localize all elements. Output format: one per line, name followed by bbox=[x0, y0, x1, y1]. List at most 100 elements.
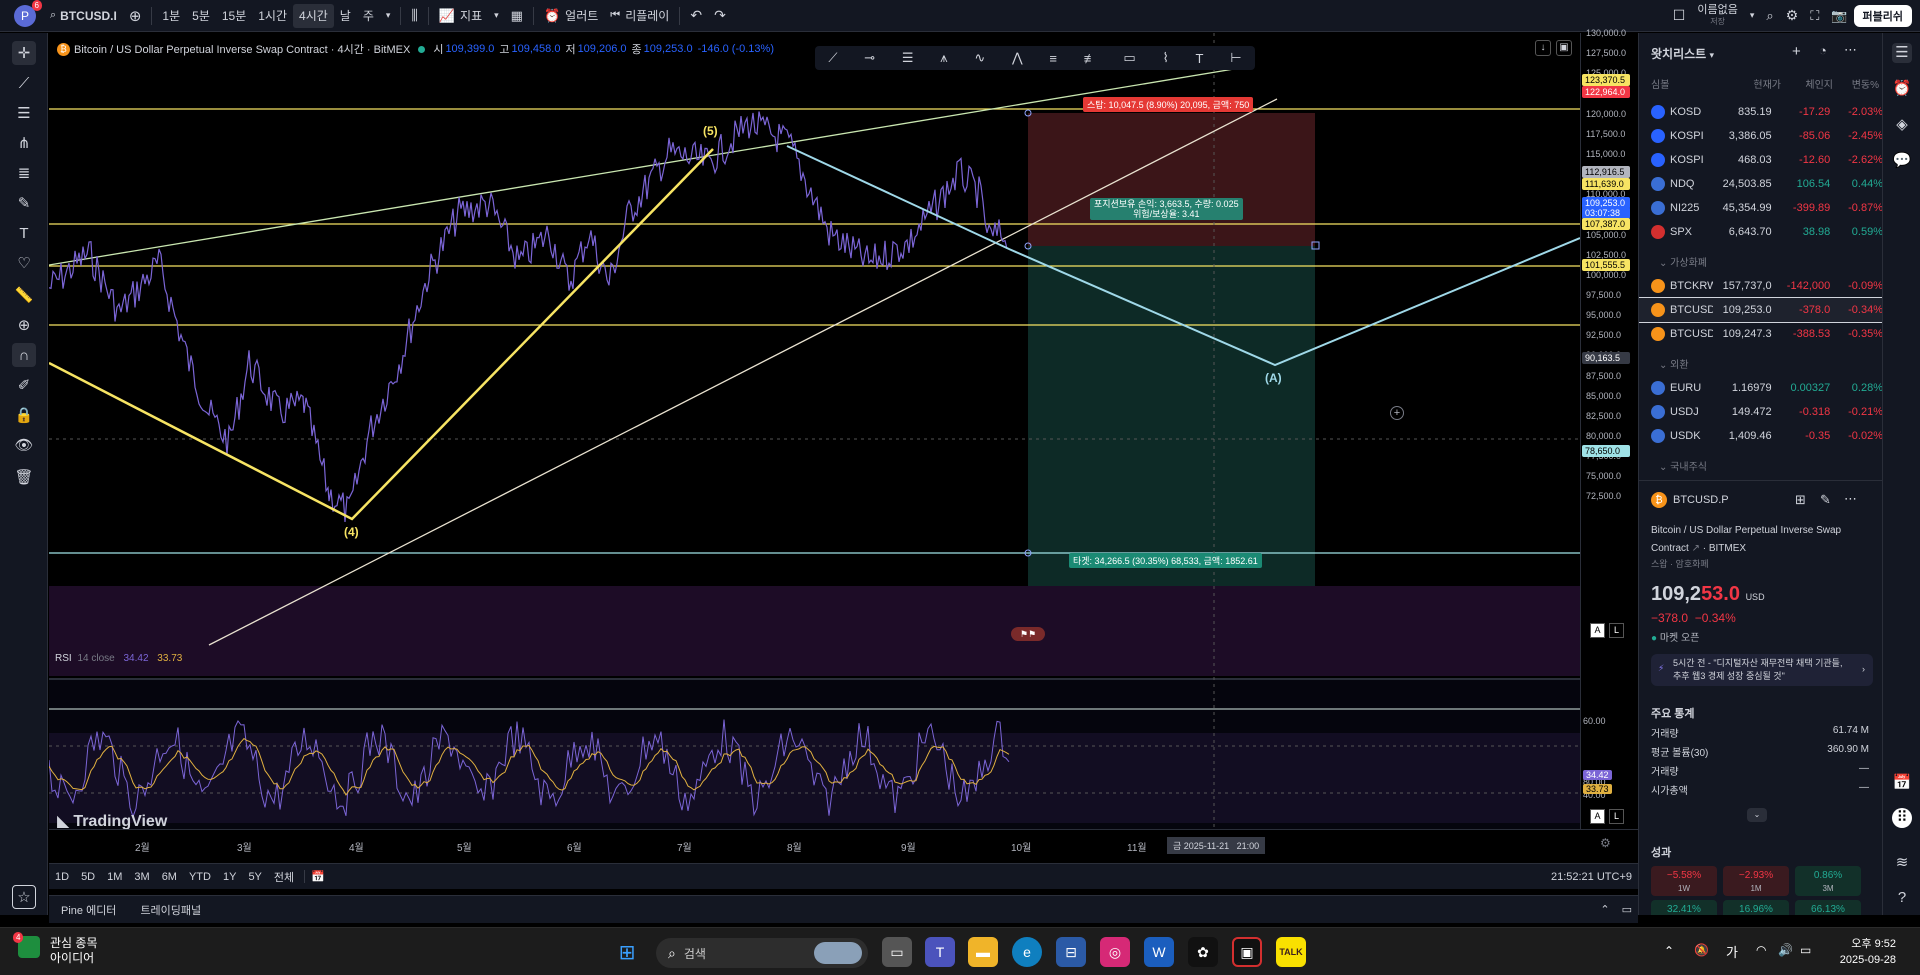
teams-icon[interactable]: T bbox=[925, 937, 955, 967]
taskbar-search[interactable]: ⌕ 검색 bbox=[656, 938, 868, 968]
range-1m[interactable]: 1M bbox=[101, 871, 128, 883]
settings-button[interactable]: ⚙ bbox=[1780, 0, 1805, 32]
edge-icon[interactable]: e bbox=[1012, 937, 1042, 967]
watchlist-row[interactable]: SPX 6,643.70 38.98 0.59% bbox=[1639, 220, 1882, 244]
perf-cell[interactable]: 66.13% bbox=[1795, 900, 1861, 915]
perf-cell[interactable]: 16.96% bbox=[1723, 900, 1789, 915]
grid-view-icon[interactable]: ⊞ bbox=[1795, 492, 1806, 508]
perf-cell[interactable]: −2.93% 1M bbox=[1723, 866, 1789, 896]
zoom-in-icon[interactable]: ⊕ bbox=[12, 313, 36, 337]
perf-cell[interactable]: 32.41% bbox=[1651, 900, 1717, 915]
windows-start-icon[interactable]: ⊞ bbox=[612, 937, 642, 967]
go-to-date-icon[interactable]: 📅 bbox=[304, 870, 331, 883]
group-domestic[interactable]: ⌄ 국내주식 bbox=[1659, 458, 1707, 473]
instagram-icon[interactable]: ◎ bbox=[1100, 937, 1130, 967]
favorites-star-icon[interactable]: ☆ bbox=[12, 885, 36, 909]
elliott-icon[interactable]: ⋀ bbox=[1012, 50, 1023, 66]
line-tool-icon[interactable]: ⟋ bbox=[828, 50, 837, 66]
trash-icon[interactable]: 🗑 bbox=[12, 465, 36, 489]
column-change-pct[interactable]: 변동% bbox=[1833, 76, 1879, 91]
text-icon[interactable]: T bbox=[12, 221, 36, 245]
column-change[interactable]: 체인지 bbox=[1781, 76, 1833, 91]
redo-button[interactable]: ↷ bbox=[708, 0, 732, 32]
watchlist-row[interactable]: NDQ 24,503.85 106.54 0.44% bbox=[1639, 172, 1882, 196]
crosshair-icon[interactable]: ✛ bbox=[12, 41, 36, 65]
events-flag-icon[interactable]: ⚑⚑ bbox=[1011, 627, 1045, 641]
edit-icon[interactable]: ✎ bbox=[1820, 492, 1831, 508]
watchlist-row[interactable]: KOSPI 468.03 -12.60 -2.62% bbox=[1639, 148, 1882, 172]
symbol-search[interactable]: ⌕ BTCUSD.I bbox=[44, 0, 123, 32]
collapse-panel-icon[interactable]: ⌃ bbox=[1594, 903, 1615, 916]
range-1d[interactable]: 1D bbox=[49, 871, 75, 883]
layout-dropdown[interactable]: ▾ bbox=[1744, 0, 1761, 32]
ruler-icon[interactable]: 📏 bbox=[12, 283, 36, 307]
layers-icon[interactable]: ◈ bbox=[1892, 115, 1912, 135]
pencil-lock-icon[interactable]: ✐ bbox=[12, 373, 36, 397]
indicators-button[interactable]: 📈 지표 bbox=[433, 0, 488, 32]
magnet-icon[interactable]: ∩ bbox=[12, 343, 36, 367]
ray-tool-icon[interactable]: ⊸ bbox=[864, 50, 875, 66]
interval-4h[interactable]: 4시간 bbox=[293, 3, 334, 28]
collapse-legend-icon[interactable]: ↓ bbox=[1535, 40, 1551, 56]
chart-canvas[interactable] bbox=[49, 33, 1580, 863]
column-symbol[interactable]: 심볼 bbox=[1651, 76, 1726, 91]
interval-15m[interactable]: 15분 bbox=[216, 0, 252, 32]
interval-1h[interactable]: 1시간 bbox=[252, 0, 293, 32]
word-icon[interactable]: W bbox=[1144, 937, 1174, 967]
watchlist-row[interactable]: EURU 1.16979 0.00327 0.28% bbox=[1639, 376, 1882, 400]
group-crypto[interactable]: ⌄ 가상화폐 bbox=[1659, 254, 1707, 269]
news-card[interactable]: ⚡ 5시간 전 - "디지털자산 재무전략 채택 기관들, 추후 웹3 경제 성… bbox=[1651, 654, 1873, 686]
layout-checkbox[interactable]: ☐ bbox=[1667, 0, 1692, 32]
chart-mode-icon[interactable]: ◔ bbox=[1819, 43, 1827, 58]
publish-button[interactable]: 퍼블리쉬 bbox=[1853, 4, 1912, 27]
watchlist-row[interactable]: BTCUSD 109,253.0 -378.0 -0.34% bbox=[1639, 297, 1882, 323]
stock-widget[interactable]: 관심 종목 아이디어 bbox=[50, 936, 98, 966]
interval-dropdown[interactable]: ▾ bbox=[380, 0, 397, 32]
undo-button[interactable]: ↶ bbox=[684, 0, 708, 32]
watchlist-row[interactable]: USDK 1,409.46 -0.35 -0.02% bbox=[1639, 424, 1882, 448]
range-6m[interactable]: 6M bbox=[156, 871, 183, 883]
expand-stats-icon[interactable]: ⌄ bbox=[1747, 808, 1767, 822]
watchlist-row[interactable]: USDJ 149.472 -0.318 -0.21% bbox=[1639, 400, 1882, 424]
rectangle-icon[interactable]: ▭ bbox=[1123, 50, 1135, 66]
lock-icon[interactable]: 🔒 bbox=[12, 403, 36, 427]
watchlist-row[interactable]: KOSD 835.19 -17.29 -2.03% bbox=[1639, 100, 1882, 124]
interval-day[interactable]: 날 bbox=[334, 0, 357, 32]
details-symbol[interactable]: ₿ BTCUSD.P bbox=[1651, 492, 1729, 508]
range-3m[interactable]: 3M bbox=[128, 871, 155, 883]
replay-button[interactable]: ⏮ 리플레이 bbox=[604, 0, 675, 32]
chart-type-button[interactable]: ⫼ bbox=[405, 0, 423, 32]
range-5y[interactable]: 5Y bbox=[242, 871, 267, 883]
ime-indicator[interactable]: 가 bbox=[1726, 942, 1738, 961]
fib-extension-icon[interactable]: ≢ bbox=[1084, 51, 1097, 66]
interval-1m[interactable]: 1분 bbox=[156, 0, 186, 32]
perf-cell[interactable]: −5.58% 1W bbox=[1651, 866, 1717, 896]
fib-icon[interactable]: ≣ bbox=[12, 161, 36, 185]
perf-cell[interactable]: 0.86% 3M bbox=[1795, 866, 1861, 896]
time-settings-icon[interactable]: ⚙ bbox=[1600, 836, 1611, 850]
rsi-log-scale-button[interactable]: L bbox=[1609, 809, 1624, 824]
fullscreen-button[interactable]: ⛶ bbox=[1804, 0, 1825, 32]
tradingview-app-icon[interactable]: ▣ bbox=[1232, 937, 1262, 967]
chatgpt-icon[interactable]: ✿ bbox=[1188, 937, 1218, 967]
user-avatar[interactable]: P6 bbox=[14, 0, 42, 27]
alarm-clock-icon[interactable]: ⏰ bbox=[1892, 79, 1912, 99]
store-icon[interactable]: ⊟ bbox=[1056, 937, 1086, 967]
quick-search-button[interactable]: ⌕ bbox=[1760, 0, 1779, 32]
more-options-icon[interactable]: ⋯ bbox=[1844, 42, 1857, 58]
eye-icon[interactable]: 👁 bbox=[12, 433, 36, 457]
range-ytd[interactable]: YTD bbox=[183, 871, 217, 883]
fib-tool-icon[interactable]: ≡ bbox=[1049, 51, 1057, 66]
price-axis[interactable]: 130,000.0127,500.0125,000.0122,500.0120,… bbox=[1580, 28, 1640, 829]
horizontal-lines-icon[interactable]: ☰ bbox=[12, 101, 36, 125]
wifi-icon[interactable]: ◠ bbox=[1756, 943, 1766, 957]
watchlist-title[interactable]: 왓치리스트 ▾ bbox=[1651, 45, 1714, 62]
mute-notifications-icon[interactable]: 🔕 bbox=[1694, 943, 1709, 957]
trendline-icon[interactable]: ⟋ bbox=[12, 71, 36, 95]
text-tool-icon[interactable]: T bbox=[1196, 51, 1204, 66]
maximize-panel-icon[interactable]: ▭ bbox=[1616, 903, 1638, 916]
kakaotalk-icon[interactable]: TALK bbox=[1276, 937, 1306, 967]
range-1y[interactable]: 1Y bbox=[217, 871, 242, 883]
battery-icon[interactable]: ▭ bbox=[1800, 943, 1811, 957]
alert-button[interactable]: ⏰ 얼러트 bbox=[538, 0, 604, 32]
